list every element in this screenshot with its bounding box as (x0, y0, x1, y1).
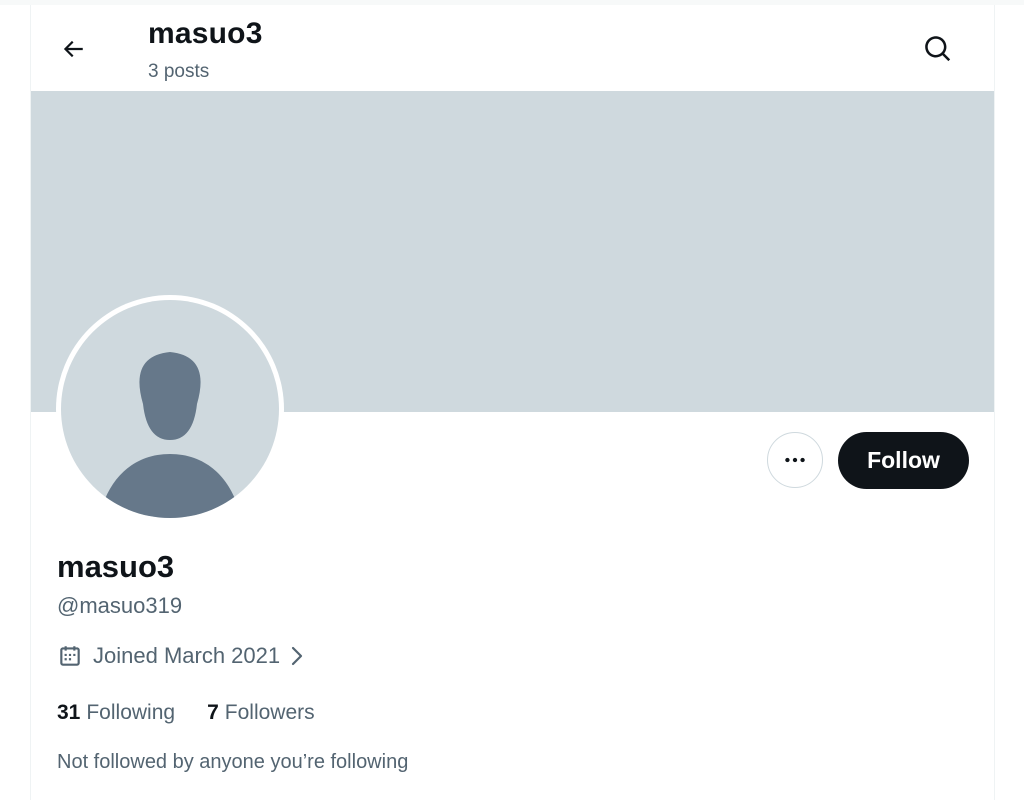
profile-header: masuo3 3 posts (31, 5, 994, 91)
followers-label: Followers (224, 701, 315, 724)
mutuals-note: Not followed by anyone you’re following (57, 751, 409, 773)
default-avatar-icon (61, 300, 279, 518)
display-name: masuo3 (57, 549, 175, 584)
follow-stats: 31 Following 7 Followers (57, 701, 315, 725)
post-count: 3 posts (148, 61, 210, 82)
user-handle: @masuo319 (57, 593, 183, 618)
followers-count: 7 (207, 701, 219, 724)
following-count: 31 (57, 701, 81, 724)
search-button[interactable] (918, 29, 958, 69)
more-button[interactable] (767, 432, 823, 488)
search-icon (925, 36, 951, 62)
following-link[interactable]: 31 Following (57, 701, 175, 725)
avatar[interactable] (56, 295, 284, 523)
back-button[interactable] (53, 29, 93, 69)
joined-label: Joined March 2021 (93, 643, 281, 668)
header-title: masuo3 (148, 17, 263, 50)
followers-link[interactable]: 7 Followers (207, 701, 315, 725)
joined-date[interactable]: Joined March 2021 (57, 643, 306, 669)
calendar-icon (60, 646, 80, 666)
following-label: Following (86, 701, 176, 724)
more-horizontal-icon (785, 457, 805, 463)
arrow-left-icon (63, 40, 83, 58)
follow-button[interactable]: Follow (838, 432, 969, 489)
profile-page: masuo3 3 posts Follow masuo3 @masuo319 J… (0, 0, 1024, 800)
chevron-right-icon (292, 646, 303, 666)
profile-column: masuo3 3 posts Follow masuo3 @masuo319 J… (30, 5, 995, 800)
